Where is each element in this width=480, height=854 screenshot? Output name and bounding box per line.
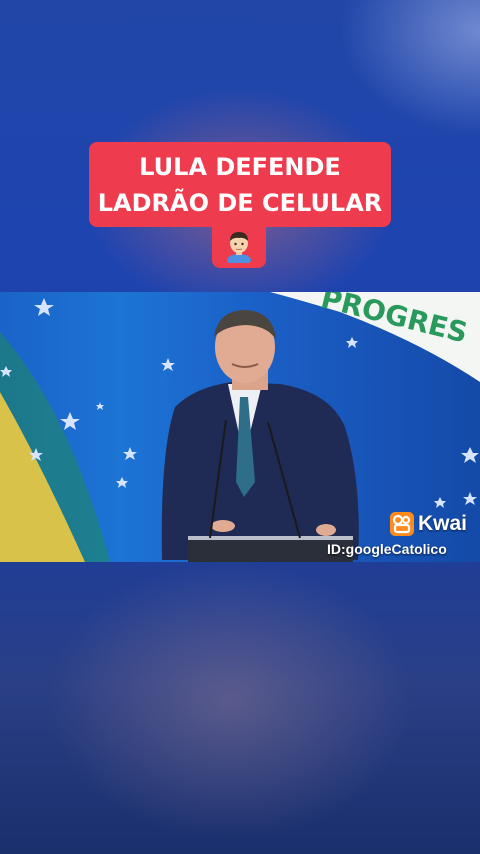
podium-edge	[188, 536, 353, 540]
kwai-user-id: ID:googleCatolico	[327, 541, 447, 557]
left-hand	[211, 520, 235, 532]
caption-banner: LULA DEFENDE LADRÃO DE CELULAR	[89, 142, 391, 227]
caption-line-1: LULA DEFENDE	[139, 152, 341, 181]
caption-line-2: LADRÃO DE CELULAR	[97, 188, 383, 217]
kwai-watermark: Kwai	[390, 512, 467, 536]
emoji-tab	[212, 224, 266, 268]
kwai-brand-label: Kwai	[418, 512, 468, 535]
kwai-logo-icon	[390, 512, 414, 536]
speaker-figure	[161, 310, 359, 560]
right-hand	[316, 524, 336, 536]
man-emoji-icon	[227, 232, 251, 263]
